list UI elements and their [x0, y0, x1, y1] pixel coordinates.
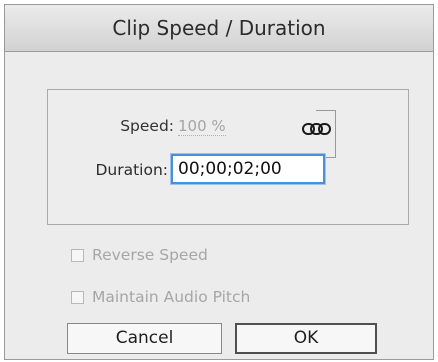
chain-link-icon[interactable]	[300, 120, 334, 138]
speed-label: Speed:	[120, 117, 174, 135]
speed-value-field[interactable]: 100 %	[178, 118, 226, 136]
reverse-speed-label: Reverse Speed	[92, 246, 208, 264]
speed-duration-group: Speed: 100 % Duration:	[47, 89, 409, 225]
maintain-audio-pitch-option[interactable]: Maintain Audio Pitch	[71, 287, 250, 307]
cancel-button[interactable]: Cancel	[67, 323, 222, 354]
maintain-audio-pitch-checkbox[interactable]	[71, 290, 84, 304]
duration-label: Duration:	[95, 161, 168, 179]
ok-button[interactable]: OK	[235, 323, 377, 354]
clip-speed-dialog: Clip Speed / Duration Speed: 100 % Durat…	[4, 4, 434, 360]
reverse-speed-option[interactable]: Reverse Speed	[71, 245, 208, 265]
chain-link-icon-graphic	[302, 123, 331, 135]
maintain-audio-pitch-label: Maintain Audio Pitch	[92, 288, 251, 306]
duration-input[interactable]	[171, 154, 325, 184]
reverse-speed-checkbox[interactable]	[71, 248, 84, 262]
dialog-title: Clip Speed / Duration	[5, 5, 433, 52]
